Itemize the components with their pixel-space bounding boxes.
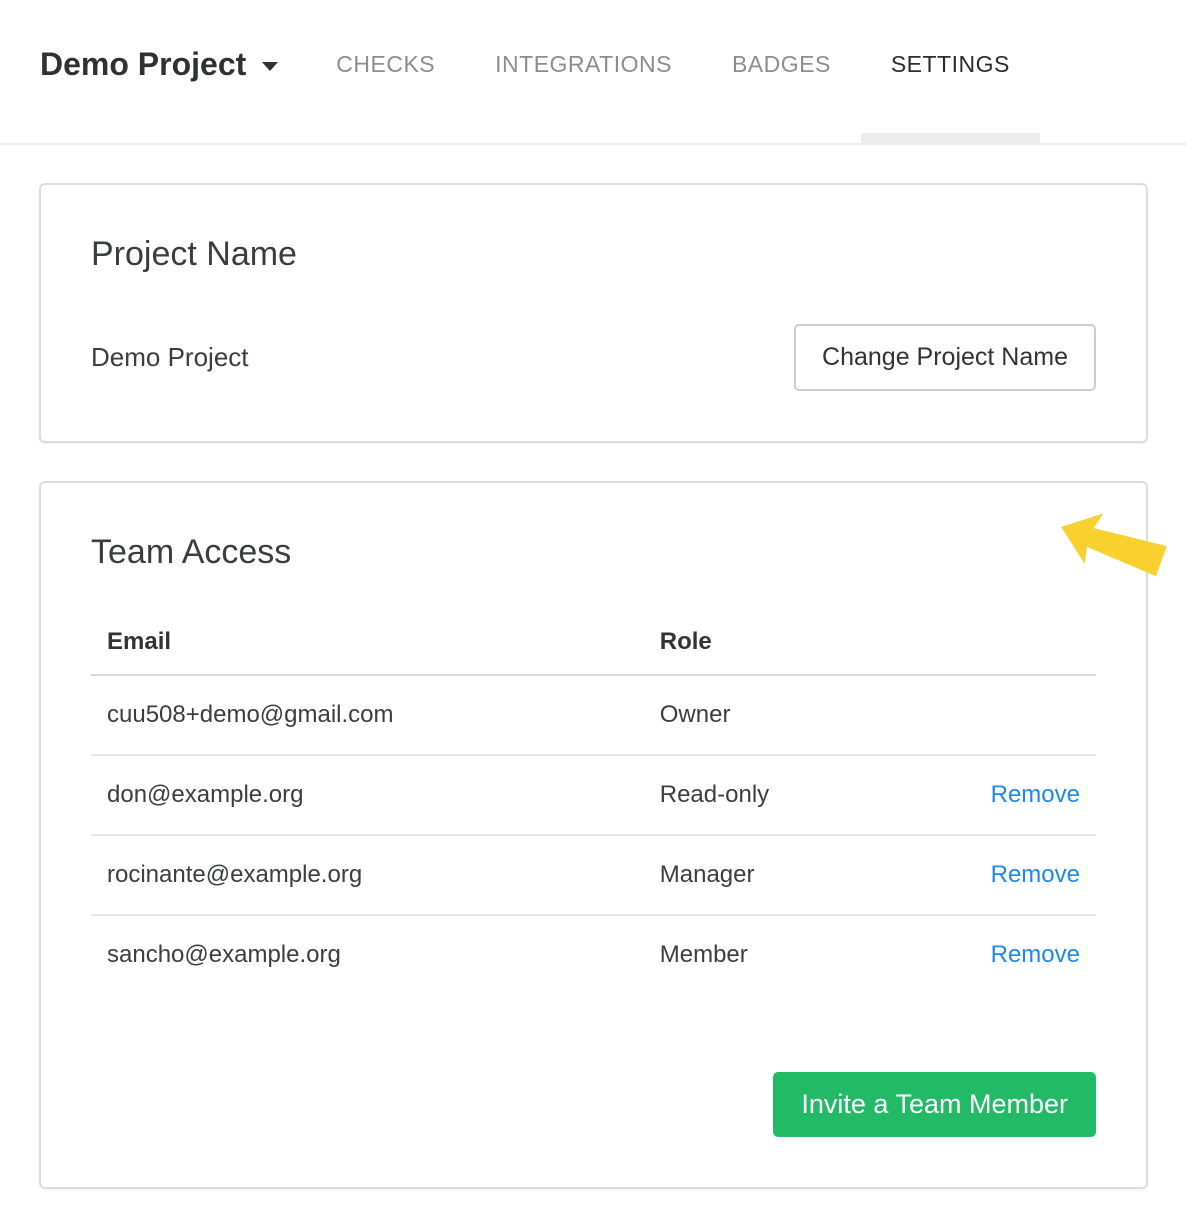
- top-nav-bar: Demo Project CHECKS INTEGRATIONS BADGES …: [0, 0, 1186, 145]
- change-project-name-button[interactable]: Change Project Name: [794, 324, 1096, 391]
- top-nav-row: Demo Project CHECKS INTEGRATIONS BADGES …: [0, 0, 1186, 88]
- project-switcher[interactable]: Demo Project: [40, 46, 278, 83]
- member-actions: Remove: [955, 915, 1096, 994]
- member-actions: Remove: [955, 755, 1096, 835]
- column-header-email: Email: [91, 628, 644, 675]
- member-email: sancho@example.org: [91, 915, 644, 994]
- table-row: don@example.org Read-only Remove: [91, 755, 1096, 835]
- column-header-actions: [955, 628, 1096, 675]
- table-row: sancho@example.org Member Remove: [91, 915, 1096, 994]
- table-row: cuu508+demo@gmail.com Owner: [91, 675, 1096, 755]
- team-access-card-title: Team Access: [91, 533, 1096, 572]
- table-header-row: Email Role: [91, 628, 1096, 675]
- member-actions: [955, 675, 1096, 755]
- invite-row: Invite a Team Member: [91, 1072, 1096, 1137]
- member-email: don@example.org: [91, 755, 644, 835]
- settings-page-content: Project Name Demo Project Change Project…: [0, 183, 1186, 1227]
- team-members-table: Email Role cuu508+demo@gmail.com Owner d…: [91, 628, 1096, 994]
- tab-checks[interactable]: CHECKS: [306, 40, 465, 88]
- project-name-card-title: Project Name: [91, 235, 1096, 274]
- main-nav: CHECKS INTEGRATIONS BADGES SETTINGS: [306, 40, 1040, 88]
- member-email: rocinante@example.org: [91, 835, 644, 915]
- project-switcher-label: Demo Project: [40, 46, 246, 83]
- member-email: cuu508+demo@gmail.com: [91, 675, 644, 755]
- member-role: Member: [644, 915, 956, 994]
- current-project-name: Demo Project: [91, 342, 249, 373]
- member-role: Read-only: [644, 755, 956, 835]
- tab-integrations[interactable]: INTEGRATIONS: [465, 40, 702, 88]
- member-role: Manager: [644, 835, 956, 915]
- remove-member-link[interactable]: Remove: [991, 941, 1080, 968]
- invite-team-member-button[interactable]: Invite a Team Member: [773, 1072, 1096, 1137]
- table-row: rocinante@example.org Manager Remove: [91, 835, 1096, 915]
- member-role: Owner: [644, 675, 956, 755]
- column-header-role: Role: [644, 628, 956, 675]
- tab-settings[interactable]: SETTINGS: [861, 40, 1040, 88]
- team-access-card: Team Access Email Role cuu508+demo@gmail…: [39, 481, 1148, 1189]
- caret-down-icon: [262, 62, 278, 71]
- project-name-row: Demo Project Change Project Name: [91, 324, 1096, 391]
- project-name-card: Project Name Demo Project Change Project…: [39, 183, 1148, 443]
- remove-member-link[interactable]: Remove: [991, 861, 1080, 888]
- member-actions: Remove: [955, 835, 1096, 915]
- remove-member-link[interactable]: Remove: [991, 781, 1080, 808]
- tab-badges[interactable]: BADGES: [702, 40, 861, 88]
